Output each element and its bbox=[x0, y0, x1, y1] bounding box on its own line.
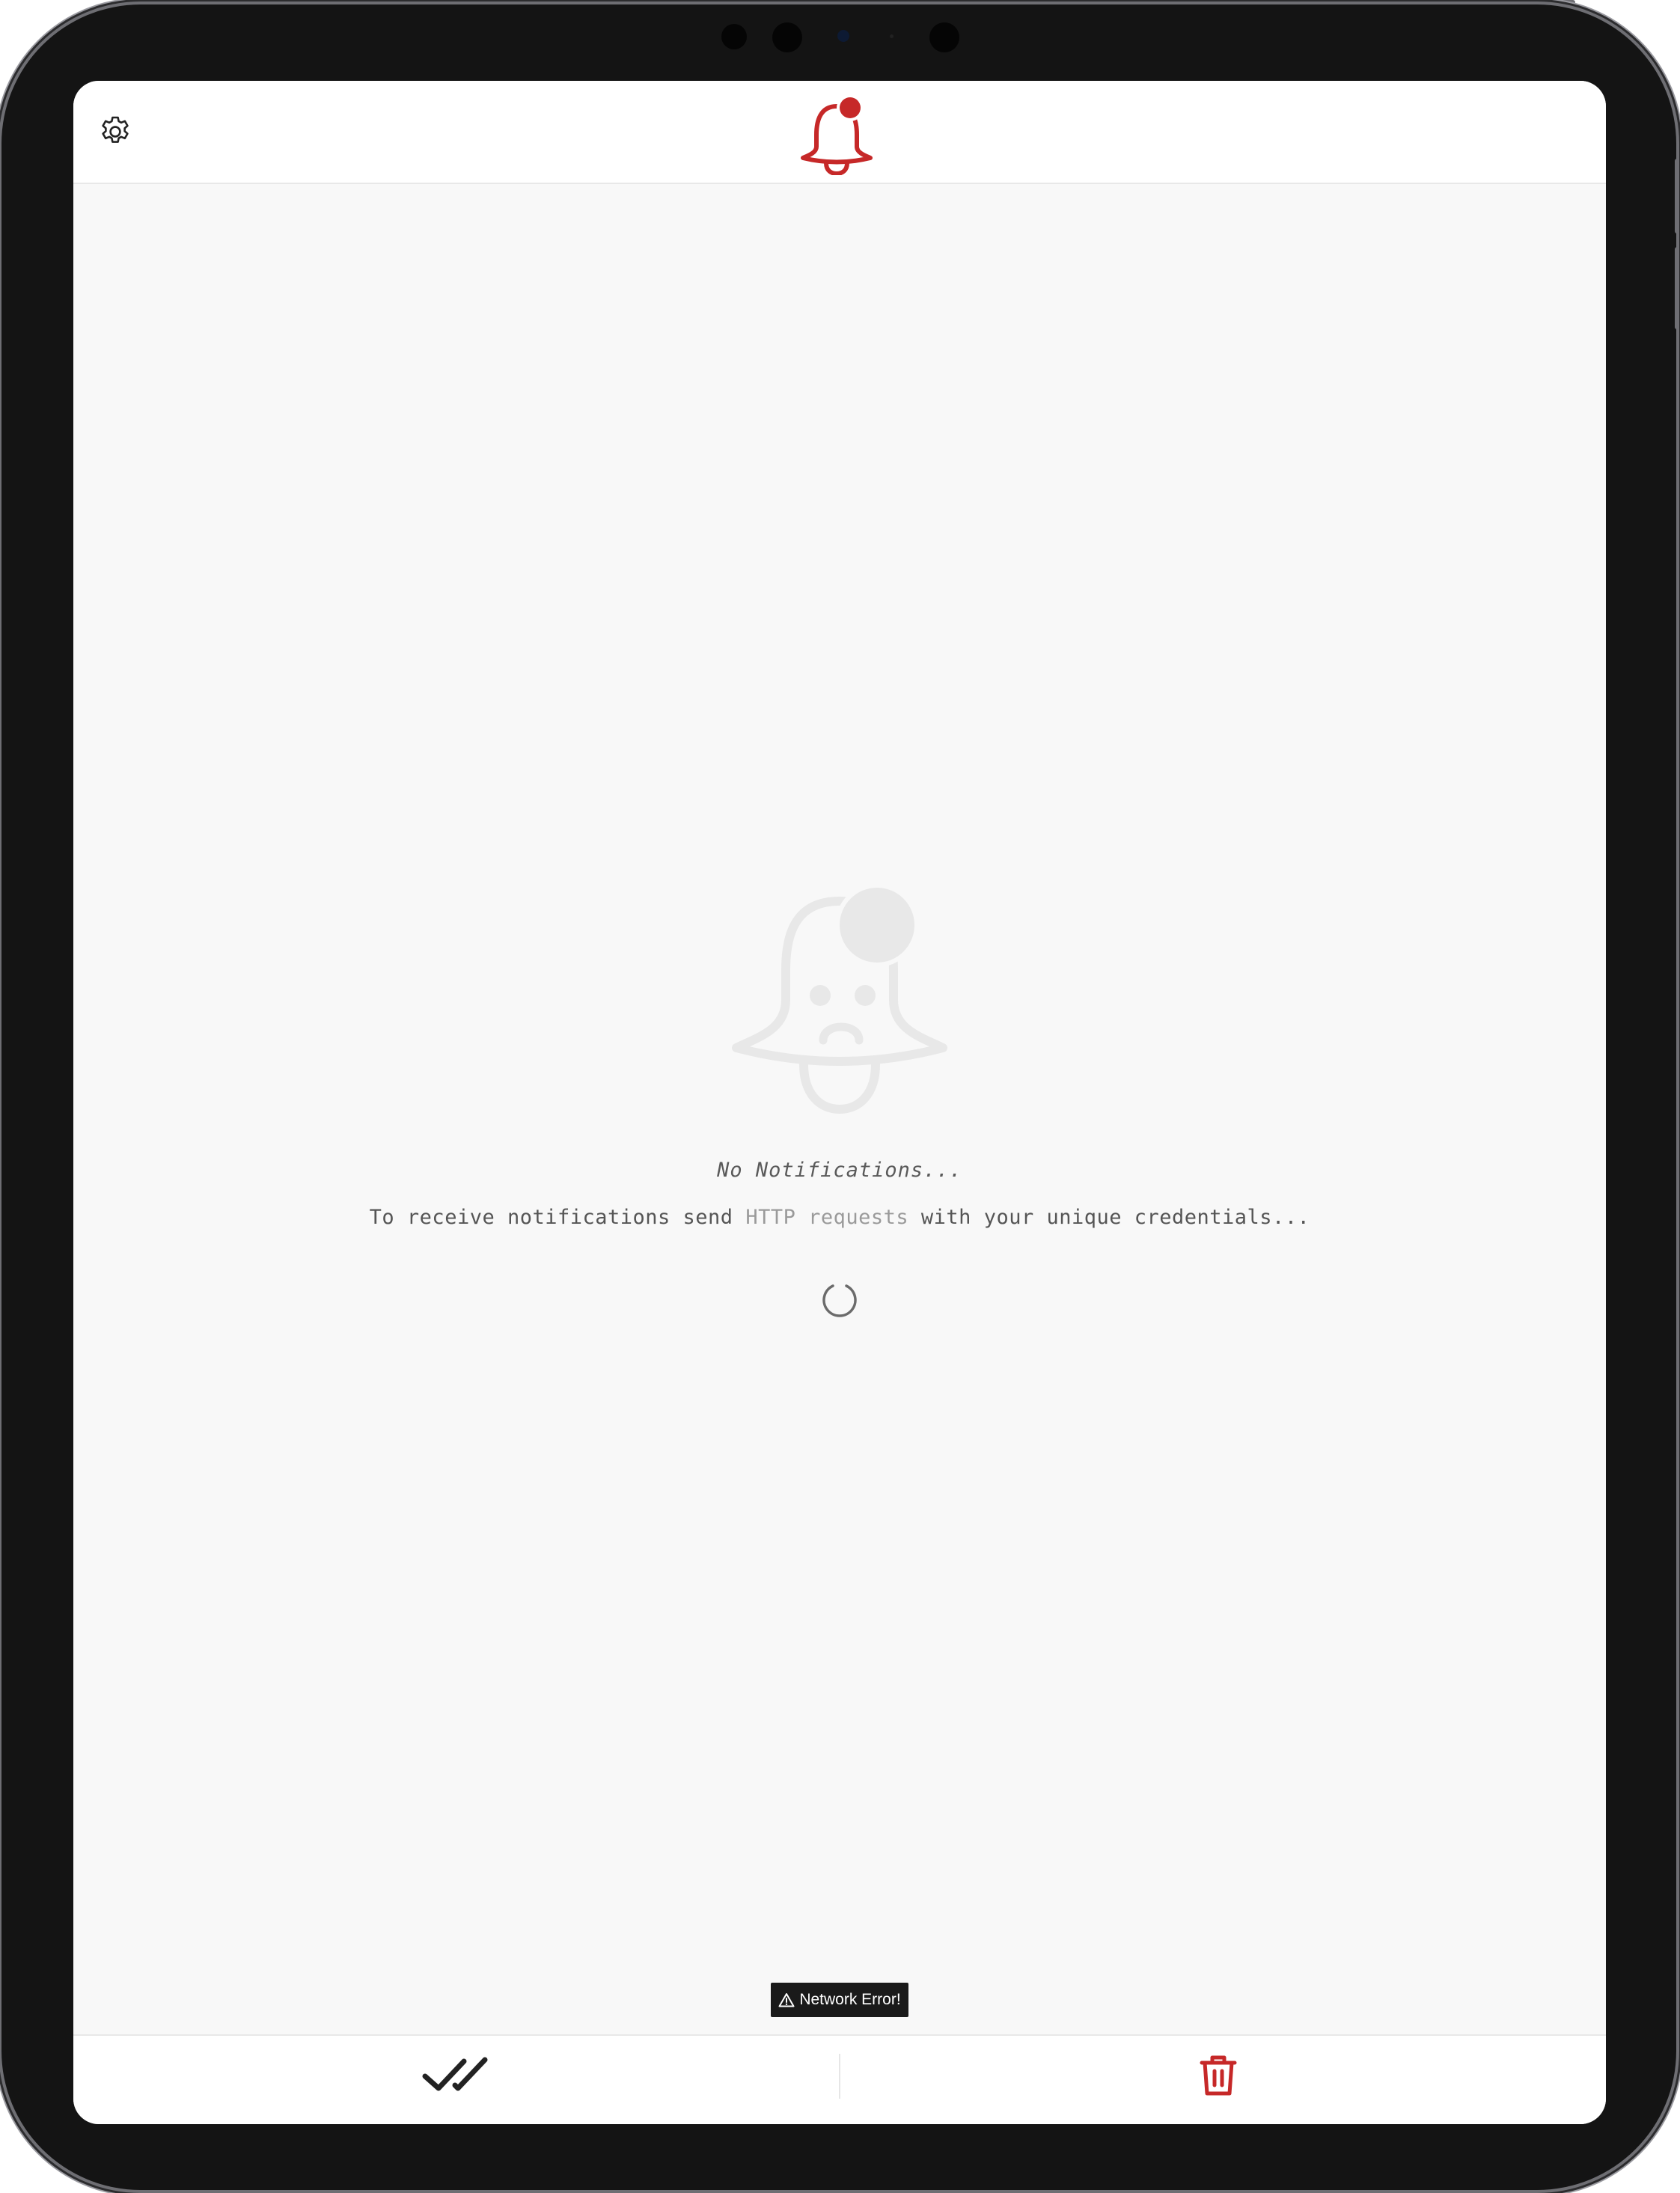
toast-text: Network Error! bbox=[799, 1991, 901, 2008]
delete-all-button[interactable] bbox=[1181, 2048, 1256, 2102]
description-text: To receive notifications send bbox=[369, 1206, 746, 1229]
empty-title: No Notifications... bbox=[717, 1159, 962, 1182]
toolbar-divider bbox=[839, 2054, 840, 2099]
description-text: with your unique credentials... bbox=[908, 1206, 1310, 1229]
app-screen: No Notifications... To receive notificat… bbox=[73, 81, 1606, 2124]
spinner-icon bbox=[822, 1284, 857, 1317]
sensor bbox=[721, 24, 747, 49]
sensor bbox=[929, 22, 959, 52]
empty-state: No Notifications... To receive notificat… bbox=[73, 81, 1606, 2124]
warning-icon bbox=[778, 1993, 795, 2007]
sad-bell-icon bbox=[732, 888, 947, 1114]
device-frame: No Notifications... To receive notificat… bbox=[1, 4, 1676, 2190]
empty-description: To receive notifications send HTTP reque… bbox=[73, 1206, 1606, 1229]
volume-down-button bbox=[1675, 247, 1679, 329]
sensor bbox=[772, 22, 802, 52]
camera bbox=[837, 30, 849, 42]
sensor bbox=[890, 34, 894, 38]
bottom-toolbar bbox=[73, 2034, 1606, 2124]
trash-icon bbox=[1200, 2055, 1237, 2096]
double-check-icon bbox=[422, 2057, 488, 2091]
http-requests-link[interactable]: HTTP requests bbox=[745, 1206, 908, 1229]
mark-all-read-button[interactable] bbox=[419, 2048, 494, 2102]
network-error-toast: Network Error! bbox=[771, 1983, 908, 2017]
volume-up-button bbox=[1675, 159, 1679, 234]
